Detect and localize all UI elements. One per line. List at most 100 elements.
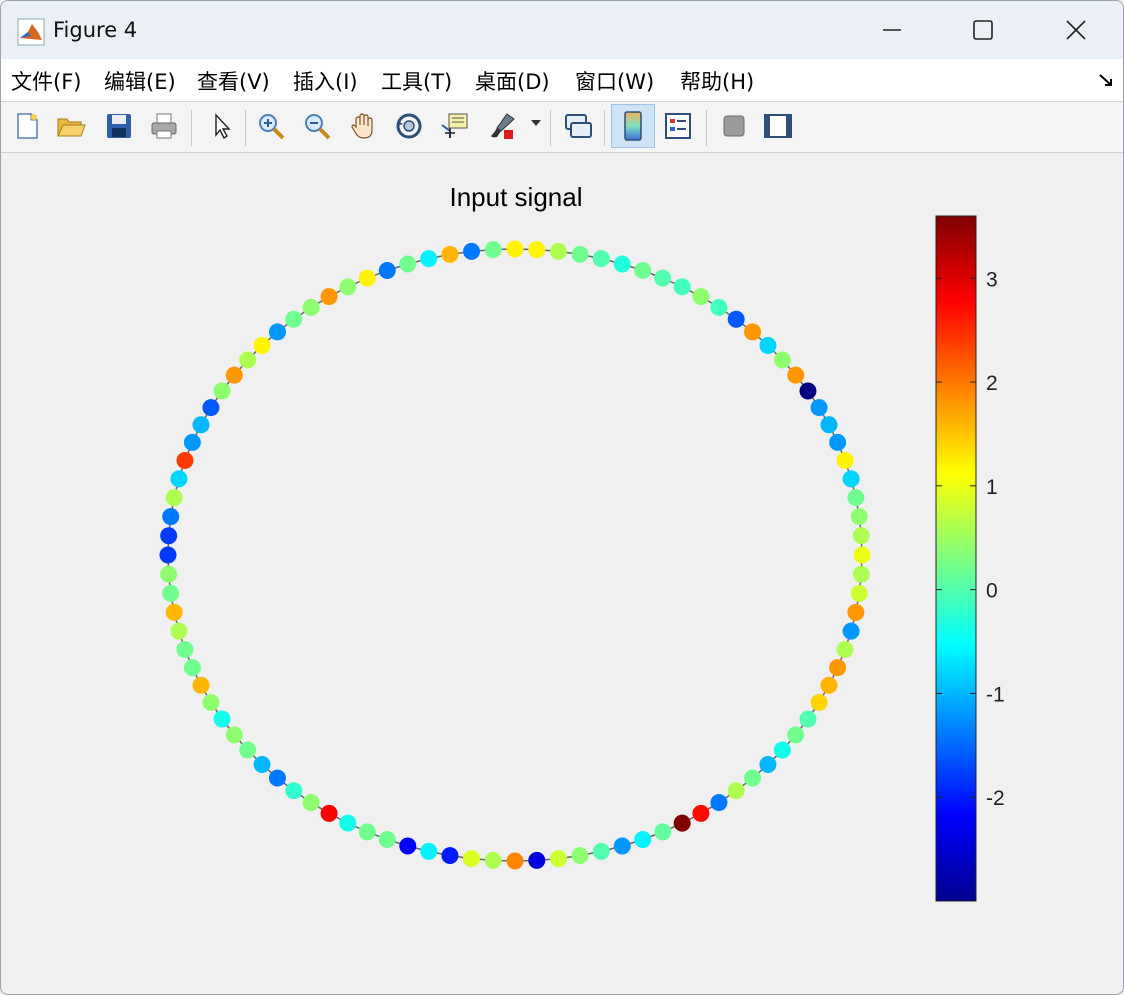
graph-node[interactable] bbox=[202, 693, 220, 711]
graph-node[interactable] bbox=[225, 366, 243, 384]
graph-node[interactable] bbox=[339, 278, 357, 296]
graph-node[interactable] bbox=[673, 278, 691, 296]
graph-node[interactable] bbox=[165, 603, 183, 621]
minimize-button[interactable] bbox=[845, 1, 939, 59]
new-figure-button[interactable] bbox=[7, 106, 47, 146]
graph-node[interactable] bbox=[613, 255, 631, 273]
graph-node[interactable] bbox=[654, 823, 672, 841]
print-button[interactable] bbox=[144, 106, 184, 146]
graph-node[interactable] bbox=[268, 769, 286, 787]
menu-insert[interactable]: 插入(I) bbox=[291, 66, 360, 96]
graph-node[interactable] bbox=[302, 794, 320, 812]
pan-button[interactable] bbox=[343, 106, 383, 146]
graph-node[interactable] bbox=[759, 755, 777, 773]
title-bar[interactable]: Figure 4 bbox=[1, 1, 1123, 59]
close-button[interactable] bbox=[1029, 1, 1123, 59]
graph-node[interactable] bbox=[549, 242, 567, 260]
graph-node[interactable] bbox=[654, 269, 672, 287]
graph-node[interactable] bbox=[192, 676, 210, 694]
graph-node[interactable] bbox=[744, 323, 762, 341]
graph-node[interactable] bbox=[810, 693, 828, 711]
graph-node[interactable] bbox=[850, 508, 868, 526]
graph-node[interactable] bbox=[571, 245, 589, 263]
graph-node[interactable] bbox=[744, 769, 762, 787]
link-plot-button[interactable] bbox=[558, 106, 598, 146]
graph-node[interactable] bbox=[592, 250, 610, 268]
graph-node[interactable] bbox=[159, 546, 177, 564]
graph-node[interactable] bbox=[799, 382, 817, 400]
graph-node[interactable] bbox=[339, 814, 357, 832]
graph-node[interactable] bbox=[420, 842, 438, 860]
graph-node[interactable] bbox=[302, 298, 320, 316]
graph-node[interactable] bbox=[176, 451, 194, 469]
insert-colorbar-button[interactable] bbox=[611, 104, 655, 148]
graph-node[interactable] bbox=[358, 823, 376, 841]
brush-button[interactable] bbox=[483, 106, 523, 146]
graph-node[interactable] bbox=[239, 351, 257, 369]
brush-dropdown-arrow-icon[interactable] bbox=[531, 120, 541, 126]
graph-node[interactable] bbox=[692, 804, 710, 822]
graph-node[interactable] bbox=[829, 659, 847, 677]
graph-node[interactable] bbox=[634, 831, 652, 849]
graph-node[interactable] bbox=[170, 470, 188, 488]
graph-node[interactable] bbox=[268, 323, 286, 341]
graph-node[interactable] bbox=[463, 242, 481, 260]
graph-node[interactable] bbox=[820, 676, 838, 694]
graph-node[interactable] bbox=[285, 782, 303, 800]
graph-node[interactable] bbox=[810, 399, 828, 417]
zoom-in-button[interactable] bbox=[251, 106, 291, 146]
menu-desktop[interactable]: 桌面(D) bbox=[473, 66, 552, 96]
save-button[interactable] bbox=[99, 106, 139, 146]
graph-node[interactable] bbox=[239, 741, 257, 759]
graph-node[interactable] bbox=[571, 847, 589, 865]
graph-node[interactable] bbox=[176, 641, 194, 659]
graph-node[interactable] bbox=[225, 726, 243, 744]
graph-node[interactable] bbox=[441, 847, 459, 865]
menu-help[interactable]: 帮助(H) bbox=[678, 66, 756, 96]
graph-node[interactable] bbox=[787, 726, 805, 744]
graph-node[interactable] bbox=[253, 755, 271, 773]
graph-node[interactable] bbox=[320, 288, 338, 306]
hide-plot-tools-button[interactable] bbox=[714, 106, 754, 146]
graph-node[interactable] bbox=[183, 433, 201, 451]
graph-node[interactable] bbox=[847, 603, 865, 621]
graph-node[interactable] bbox=[836, 641, 854, 659]
graph-node[interactable] bbox=[842, 622, 860, 640]
graph-node[interactable] bbox=[759, 337, 777, 355]
graph-node[interactable] bbox=[160, 527, 178, 545]
graph-node[interactable] bbox=[710, 794, 728, 812]
graph-node[interactable] bbox=[213, 710, 231, 728]
maximize-button[interactable] bbox=[936, 1, 1030, 59]
zoom-out-button[interactable] bbox=[297, 106, 337, 146]
graph-node[interactable] bbox=[836, 451, 854, 469]
graph-node[interactable] bbox=[549, 850, 567, 868]
menu-edit[interactable]: 编辑(E) bbox=[102, 66, 178, 96]
graph-node[interactable] bbox=[192, 416, 210, 434]
insert-legend-button[interactable] bbox=[658, 106, 698, 146]
graph-node[interactable] bbox=[528, 851, 546, 869]
graph-node[interactable] bbox=[727, 310, 745, 328]
graph-node[interactable] bbox=[162, 584, 180, 602]
graph-node[interactable] bbox=[463, 850, 481, 868]
graph-node[interactable] bbox=[285, 310, 303, 328]
menu-window[interactable]: 窗口(W) bbox=[573, 66, 656, 96]
graph-node[interactable] bbox=[378, 831, 396, 849]
graph-node[interactable] bbox=[484, 851, 502, 869]
graph-node[interactable] bbox=[506, 240, 524, 258]
graph-node[interactable] bbox=[202, 399, 220, 417]
graph-node[interactable] bbox=[634, 261, 652, 279]
menu-view[interactable]: 查看(V) bbox=[195, 66, 272, 96]
graph-node[interactable] bbox=[850, 584, 868, 602]
figure-canvas[interactable]: Input signal -2 -1 0 1 2 3 bbox=[1, 153, 1123, 994]
plot-area[interactable]: Input signal -2 -1 0 1 2 3 bbox=[1, 153, 1123, 994]
graph-node[interactable] bbox=[853, 546, 871, 564]
graph-node[interactable] bbox=[484, 241, 502, 259]
graph-node[interactable] bbox=[420, 250, 438, 268]
graph-node[interactable] bbox=[506, 852, 524, 870]
graph-node[interactable] bbox=[253, 337, 271, 355]
graph-node[interactable] bbox=[799, 710, 817, 728]
colorbar-gradient[interactable] bbox=[935, 215, 977, 902]
graph-node[interactable] bbox=[820, 416, 838, 434]
graph-node[interactable] bbox=[692, 288, 710, 306]
graph-node[interactable] bbox=[592, 842, 610, 860]
